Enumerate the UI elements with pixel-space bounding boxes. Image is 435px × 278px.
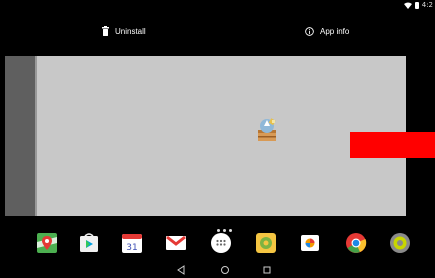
info-icon — [305, 26, 314, 36]
gallery-icon[interactable] — [255, 232, 277, 254]
trash-icon — [102, 26, 109, 36]
navigation-bar — [0, 262, 435, 278]
gmail-icon[interactable] — [165, 232, 187, 254]
recents-icon[interactable] — [262, 265, 272, 275]
calendar-icon[interactable]: 31 — [121, 232, 143, 254]
status-bar: 4:2 — [0, 0, 435, 16]
settings-icon[interactable] — [389, 232, 411, 254]
photos-icon[interactable] — [299, 232, 321, 254]
dock: 31 — [0, 232, 435, 262]
app-drawer-icon[interactable] — [210, 232, 232, 254]
status-icons: 4:2 — [403, 1, 433, 9]
battery-icon — [414, 1, 419, 9]
maps-icon[interactable] — [36, 232, 58, 254]
calendar-day: 31 — [126, 243, 137, 253]
status-clock: 4:2 — [421, 1, 433, 9]
home-icon[interactable] — [220, 265, 230, 275]
chrome-icon[interactable] — [345, 232, 367, 254]
red-highlight-box — [350, 132, 435, 158]
play-store-icon[interactable] — [78, 232, 100, 254]
back-icon[interactable] — [176, 265, 186, 275]
uninstall-drop-target[interactable]: Uninstall — [102, 16, 146, 46]
previous-homescreen-page[interactable] — [5, 56, 35, 216]
uninstall-label: Uninstall — [115, 26, 146, 36]
app-info-label: App info — [320, 26, 350, 36]
app-info-drop-target[interactable]: App info — [305, 16, 349, 46]
wifi-icon — [403, 2, 412, 9]
drag-action-bar: Uninstall App info — [0, 16, 435, 46]
dragged-app-icon[interactable] — [255, 117, 279, 143]
